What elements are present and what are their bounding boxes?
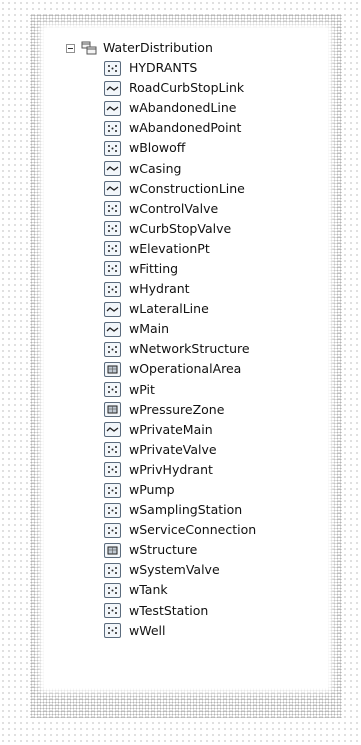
point-feature-class-icon bbox=[104, 603, 121, 619]
tree-item-label: wCurbStopValve bbox=[129, 220, 232, 236]
tree-item[interactable]: RoadCurbStopLink bbox=[104, 78, 256, 98]
tree-item[interactable]: wConstructionLine bbox=[104, 179, 256, 199]
polygon-feature-class-icon bbox=[104, 361, 121, 377]
point-feature-class-icon bbox=[104, 120, 121, 136]
tree-item[interactable]: wTank bbox=[104, 580, 256, 600]
tree-item[interactable]: wElevationPt bbox=[104, 239, 256, 259]
tree-item[interactable]: wStructure bbox=[104, 540, 256, 560]
tree-item[interactable]: wAbandonedLine bbox=[104, 98, 256, 118]
tree-item-label: wPump bbox=[129, 482, 175, 498]
tree-item[interactable]: wPit bbox=[104, 380, 256, 400]
tree-item-label: wWell bbox=[129, 622, 166, 638]
polygon-feature-class-icon bbox=[104, 402, 121, 418]
tree-item-label: wServiceConnection bbox=[129, 522, 257, 538]
line-feature-class-icon bbox=[104, 181, 121, 197]
point-feature-class-icon bbox=[104, 241, 121, 257]
point-feature-class-icon bbox=[104, 562, 121, 578]
point-feature-class-icon bbox=[104, 462, 121, 478]
tree-item[interactable]: wPrivateValve bbox=[104, 440, 256, 460]
tree-item-label: wPrivateMain bbox=[129, 421, 213, 437]
tree-item-label: wAbandonedLine bbox=[129, 100, 237, 116]
point-feature-class-icon bbox=[104, 623, 121, 639]
tree-item-label: wOperationalArea bbox=[129, 361, 242, 377]
tree-item-label: wAbandonedPoint bbox=[129, 120, 242, 136]
tree-item[interactable]: wSamplingStation bbox=[104, 500, 256, 520]
tree-item[interactable]: wLateralLine bbox=[104, 299, 256, 319]
tree-item[interactable]: wControlValve bbox=[104, 199, 256, 219]
point-feature-class-icon bbox=[104, 341, 121, 357]
tree-item-label: wTestStation bbox=[129, 602, 209, 618]
point-feature-class-icon bbox=[104, 382, 121, 398]
line-feature-class-icon bbox=[104, 100, 121, 116]
point-feature-class-icon bbox=[104, 502, 121, 518]
tree-item-label: wPit bbox=[129, 381, 155, 397]
tree-item[interactable]: wWell bbox=[104, 621, 256, 641]
tree-item-label: wHydrant bbox=[129, 281, 190, 297]
tree-item-label: wControlValve bbox=[129, 200, 219, 216]
tree-root-label: WaterDistribution bbox=[103, 40, 213, 55]
tree-item[interactable]: wCurbStopValve bbox=[104, 219, 256, 239]
tree-item-label: wPressureZone bbox=[129, 401, 225, 417]
collapse-icon[interactable] bbox=[66, 43, 75, 53]
tree-item-label: wNetworkStructure bbox=[129, 341, 250, 357]
point-feature-class-icon bbox=[104, 221, 121, 237]
tree-item-label: wConstructionLine bbox=[129, 180, 245, 196]
tree-item[interactable]: wPrivateMain bbox=[104, 420, 256, 440]
tree-item[interactable]: wServiceConnection bbox=[104, 520, 256, 540]
tree-item[interactable]: wFitting bbox=[104, 259, 256, 279]
point-feature-class-icon bbox=[104, 582, 121, 598]
tree-item-label: RoadCurbStopLink bbox=[129, 80, 245, 96]
tree-item[interactable]: wHydrant bbox=[104, 279, 256, 299]
tree-item-label: HYDRANTS bbox=[129, 60, 198, 76]
tree-item-label: wBlowoff bbox=[129, 140, 186, 156]
line-feature-class-icon bbox=[104, 161, 121, 177]
tree-item[interactable]: wAbandonedPoint bbox=[104, 118, 256, 138]
tree-item[interactable]: wOperationalArea bbox=[104, 359, 256, 379]
tree-item-label: wTank bbox=[129, 582, 168, 598]
tree-item-label: wPrivHydrant bbox=[129, 461, 213, 477]
tree-item-label: wElevationPt bbox=[129, 240, 210, 256]
tree-item[interactable]: wMain bbox=[104, 319, 256, 339]
tree-item-label: wMain bbox=[129, 321, 170, 337]
tree-item-label: wPrivateValve bbox=[129, 441, 217, 457]
line-feature-class-icon bbox=[104, 321, 121, 337]
point-feature-class-icon bbox=[104, 140, 121, 156]
tree-item-label: wLateralLine bbox=[129, 301, 209, 317]
tree-item[interactable]: wPrivHydrant bbox=[104, 460, 256, 480]
tree-item[interactable]: wPump bbox=[104, 480, 256, 500]
tree-item-label: wSamplingStation bbox=[129, 502, 243, 518]
tree-item-label: wCasing bbox=[129, 160, 182, 176]
tree-root-waterdistribution[interactable]: WaterDistribution bbox=[66, 38, 213, 58]
catalog-tree-panel: WaterDistribution HYDRANTS RoadCurbStopLi… bbox=[44, 28, 328, 688]
tree-item[interactable]: HYDRANTS bbox=[104, 58, 256, 78]
line-feature-class-icon bbox=[104, 422, 121, 438]
line-feature-class-icon bbox=[104, 80, 121, 96]
point-feature-class-icon bbox=[104, 201, 121, 217]
tree-item[interactable]: wNetworkStructure bbox=[104, 339, 256, 359]
tree-item[interactable]: wTestStation bbox=[104, 601, 256, 621]
tree-item[interactable]: wBlowoff bbox=[104, 138, 256, 158]
feature-dataset-icon bbox=[81, 41, 97, 55]
polygon-feature-class-icon bbox=[104, 542, 121, 558]
feature-class-list: HYDRANTS RoadCurbStopLink wAbandonedLine wA… bbox=[104, 58, 256, 641]
tree-item[interactable]: wPressureZone bbox=[104, 400, 256, 420]
tree-item-label: wSystemValve bbox=[129, 562, 220, 578]
tree-item[interactable]: wSystemValve bbox=[104, 560, 256, 580]
tree-item[interactable]: wCasing bbox=[104, 158, 256, 178]
point-feature-class-icon bbox=[104, 281, 121, 297]
point-feature-class-icon bbox=[104, 261, 121, 277]
tree-item-label: wFitting bbox=[129, 260, 179, 276]
line-feature-class-icon bbox=[104, 301, 121, 317]
tree-item-label: wStructure bbox=[129, 542, 198, 558]
point-feature-class-icon bbox=[104, 522, 121, 538]
point-feature-class-icon bbox=[104, 442, 121, 458]
point-feature-class-icon bbox=[104, 482, 121, 498]
point-feature-class-icon bbox=[104, 60, 121, 76]
